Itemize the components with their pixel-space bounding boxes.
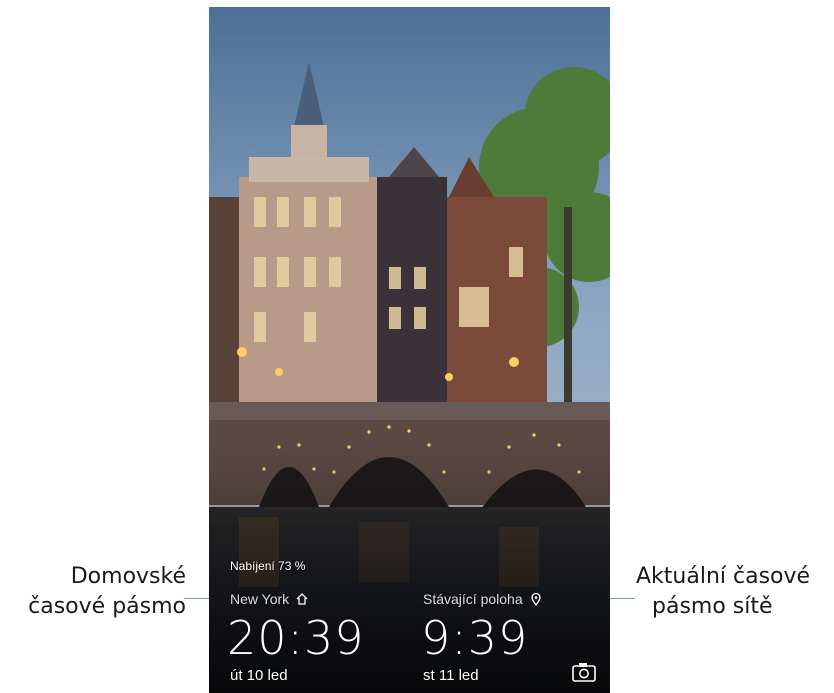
current-date: st 11 led: [423, 667, 479, 684]
home-timezone-callout: Domovské časové pásmo: [0, 562, 186, 622]
location-pin-icon: [530, 592, 541, 606]
current-clock: 9:39: [421, 611, 529, 665]
home-date: út 10 led: [230, 667, 288, 684]
camera-icon[interactable]: [572, 661, 596, 683]
home-timezone-callout-line2: časové pásmo: [28, 594, 186, 619]
home-icon: [296, 593, 308, 605]
current-location-label: Stávající poloha: [423, 591, 523, 607]
home-clock: 20:39: [227, 611, 365, 665]
current-location: Stávající poloha: [423, 591, 543, 607]
network-timezone-callout: Aktuální časové pásmo sítě: [636, 562, 834, 622]
network-timezone-callout-line2: pásmo sítě: [652, 594, 773, 619]
home-timezone-callout-line1: Domovské: [70, 564, 186, 589]
charging-status: Nabíjení 73 %: [230, 559, 306, 573]
lock-screen: Nabíjení 73 % New York 20:39 út 10 led S…: [209, 7, 610, 693]
home-city-label: New York: [230, 591, 290, 607]
network-timezone-callout-line1: Aktuální časové: [636, 564, 811, 589]
home-city: New York: [230, 591, 309, 607]
